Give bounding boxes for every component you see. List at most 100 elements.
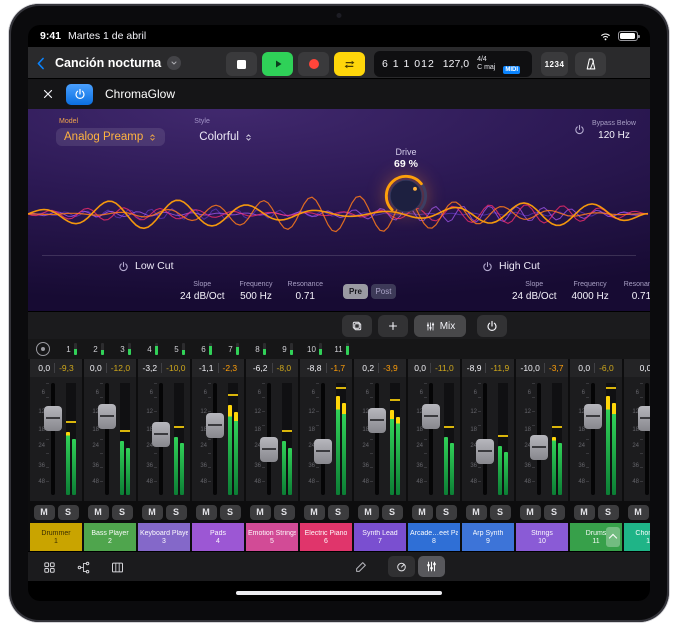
channel-volume-display[interactable]: 0,0 -12,0 (84, 359, 136, 377)
solo-button[interactable]: S (436, 505, 457, 520)
record-button[interactable] (298, 52, 329, 76)
track-name-label[interactable]: Chorus V 12 (624, 523, 650, 551)
fader-handle[interactable] (368, 408, 386, 433)
copy-button[interactable] (342, 315, 372, 337)
solo-button[interactable]: S (544, 505, 565, 520)
mixer-power-button[interactable] (477, 315, 507, 337)
track-name-label[interactable]: Strings 10 (516, 523, 568, 551)
count-in-button[interactable]: 1234 (541, 52, 568, 76)
routing-button[interactable] (72, 556, 94, 578)
high-cut-resonance[interactable]: Resonance0.71 (624, 281, 650, 302)
stop-button[interactable] (226, 52, 257, 76)
home-indicator[interactable] (236, 591, 442, 595)
overview-track[interactable]: 7 (220, 343, 247, 355)
pre-button[interactable]: Pre (343, 284, 368, 299)
channel-volume-display[interactable]: 0,2 -3,9 (354, 359, 406, 377)
channel-volume-display[interactable]: -8,9 -11,9 (462, 359, 514, 377)
mute-button[interactable]: M (520, 505, 541, 520)
mute-button[interactable]: M (628, 505, 649, 520)
overview-track[interactable]: 5 (166, 343, 193, 355)
back-chevron-icon[interactable] (34, 56, 49, 71)
high-cut-slope[interactable]: Slope24 dB/Oct (512, 281, 556, 302)
solo-button[interactable]: S (166, 505, 187, 520)
cycle-button[interactable] (334, 52, 365, 76)
channel-volume-display[interactable]: 0,0 (624, 359, 650, 377)
channel-volume-display[interactable]: -3,2 -10,0 (138, 359, 190, 377)
edit-button[interactable] (350, 556, 372, 578)
channel-volume-display[interactable]: -8,8 -1,7 (300, 359, 352, 377)
level-control[interactable]: Level 0.0 (634, 120, 650, 141)
mute-button[interactable]: M (304, 505, 325, 520)
mute-button[interactable]: M (466, 505, 487, 520)
project-title[interactable]: Canción nocturna (55, 56, 161, 70)
solo-button[interactable]: S (58, 505, 79, 520)
overview-track[interactable]: 2 (85, 343, 112, 355)
bypass-below-control[interactable]: Bypass Below 120 Hz (574, 120, 636, 141)
fader-handle[interactable] (314, 439, 332, 464)
high-cut-frequency[interactable]: Frequency4000 Hz (571, 281, 608, 302)
mix-button[interactable]: Mix (414, 315, 466, 337)
pads-button[interactable] (38, 556, 60, 578)
metronome-button[interactable] (575, 52, 606, 76)
keyboard-button[interactable] (106, 556, 128, 578)
chevron-up-icon[interactable] (606, 527, 620, 547)
channel-volume-display[interactable]: 0,0 -6,0 (570, 359, 622, 377)
channel-volume-display[interactable]: 0,0 -11,0 (408, 359, 460, 377)
overview-track[interactable]: 8 (247, 343, 274, 355)
solo-button[interactable]: S (382, 505, 403, 520)
fader-handle[interactable] (638, 406, 650, 431)
fader-handle[interactable] (530, 435, 548, 460)
fader-handle[interactable] (260, 437, 278, 462)
fader-handle[interactable] (206, 413, 224, 438)
track-name-label[interactable]: Pads 4 (192, 523, 244, 551)
mute-button[interactable]: M (574, 505, 595, 520)
solo-button[interactable]: S (112, 505, 133, 520)
solo-button[interactable]: S (220, 505, 241, 520)
add-track-button[interactable] (378, 315, 408, 337)
close-icon[interactable] (42, 88, 54, 100)
style-selector[interactable]: Colorful (191, 128, 261, 146)
overview-track[interactable]: 9 (274, 343, 301, 355)
low-cut-frequency[interactable]: Frequency500 Hz (239, 281, 272, 302)
overview-track[interactable]: 3 (112, 343, 139, 355)
project-menu-button[interactable] (167, 56, 181, 70)
track-name-label[interactable]: Emotion Strings 5 (246, 523, 298, 551)
low-cut-slope[interactable]: Slope24 dB/Oct (180, 281, 224, 302)
play-button[interactable] (262, 52, 293, 76)
track-name-label[interactable]: Synth Lead 7 (354, 523, 406, 551)
overview-track[interactable]: 1 (58, 343, 85, 355)
mixer-view-button[interactable] (418, 556, 445, 577)
solo-button[interactable]: S (328, 505, 349, 520)
mute-button[interactable]: M (142, 505, 163, 520)
overview-track[interactable]: 11 (328, 343, 355, 355)
lcd-display[interactable]: 6 1 1 012 127,0 4/4 C maj MIDI (374, 51, 532, 77)
controls-view-button[interactable] (388, 556, 415, 577)
fader-handle[interactable] (584, 404, 602, 429)
track-name-label[interactable]: Drums 11 (570, 523, 622, 551)
fader-handle[interactable] (476, 439, 494, 464)
model-selector[interactable]: Analog Preamp (56, 128, 165, 146)
track-name-label[interactable]: Arp Synth 9 (462, 523, 514, 551)
low-cut-resonance[interactable]: Resonance0.71 (288, 281, 323, 302)
mute-button[interactable]: M (88, 505, 109, 520)
solo-button[interactable]: S (598, 505, 619, 520)
post-button[interactable]: Post (371, 284, 396, 299)
overview-track[interactable]: 10 (301, 343, 328, 355)
mute-button[interactable]: M (412, 505, 433, 520)
mixer-overview-icon[interactable] (36, 342, 50, 356)
fader-handle[interactable] (422, 404, 440, 429)
mute-button[interactable]: M (358, 505, 379, 520)
fader-handle[interactable] (44, 406, 62, 431)
solo-button[interactable]: S (490, 505, 511, 520)
mute-button[interactable]: M (196, 505, 217, 520)
solo-button[interactable]: S (274, 505, 295, 520)
track-name-label[interactable]: Bass Player 2 (84, 523, 136, 551)
power-icon[interactable] (574, 124, 585, 135)
fader-handle[interactable] (98, 404, 116, 429)
overview-track[interactable]: 4 (139, 343, 166, 355)
channel-volume-display[interactable]: 0,0 -9,3 (30, 359, 82, 377)
track-name-label[interactable]: Drummer 1 (30, 523, 82, 551)
drive-knob[interactable] (383, 173, 429, 219)
fader-handle[interactable] (152, 422, 170, 447)
low-cut-power-icon[interactable] (118, 261, 129, 272)
